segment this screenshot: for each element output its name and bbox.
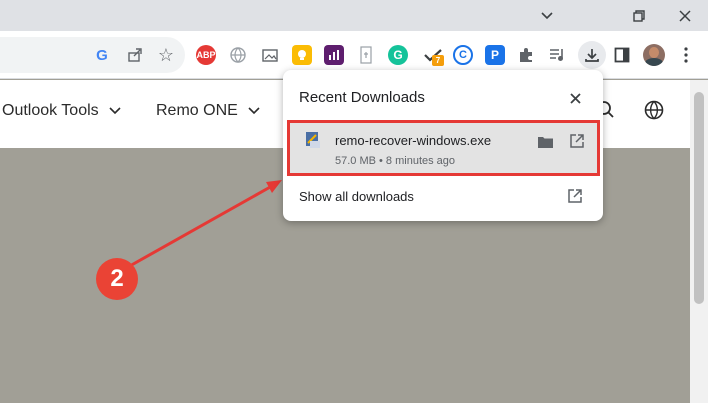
close-popup-button[interactable]: [565, 88, 585, 108]
open-external-icon[interactable]: [570, 134, 584, 153]
close-icon: [569, 92, 581, 104]
downloads-popup: Recent Downloads remo-recover-windows.ex…: [283, 70, 603, 221]
show-all-downloads-link[interactable]: Show all downloads: [299, 189, 414, 204]
exe-file-icon: [305, 131, 321, 154]
popup-title: Recent Downloads: [299, 89, 425, 106]
download-item[interactable]: remo-recover-windows.exe 57.0 MB • 8 min…: [287, 120, 600, 176]
download-filename: remo-recover-windows.exe: [335, 133, 492, 148]
open-external-icon[interactable]: [568, 189, 582, 208]
download-meta: 57.0 MB • 8 minutes ago: [335, 155, 456, 167]
step-badge: 2: [96, 258, 138, 300]
folder-icon[interactable]: [538, 135, 553, 153]
